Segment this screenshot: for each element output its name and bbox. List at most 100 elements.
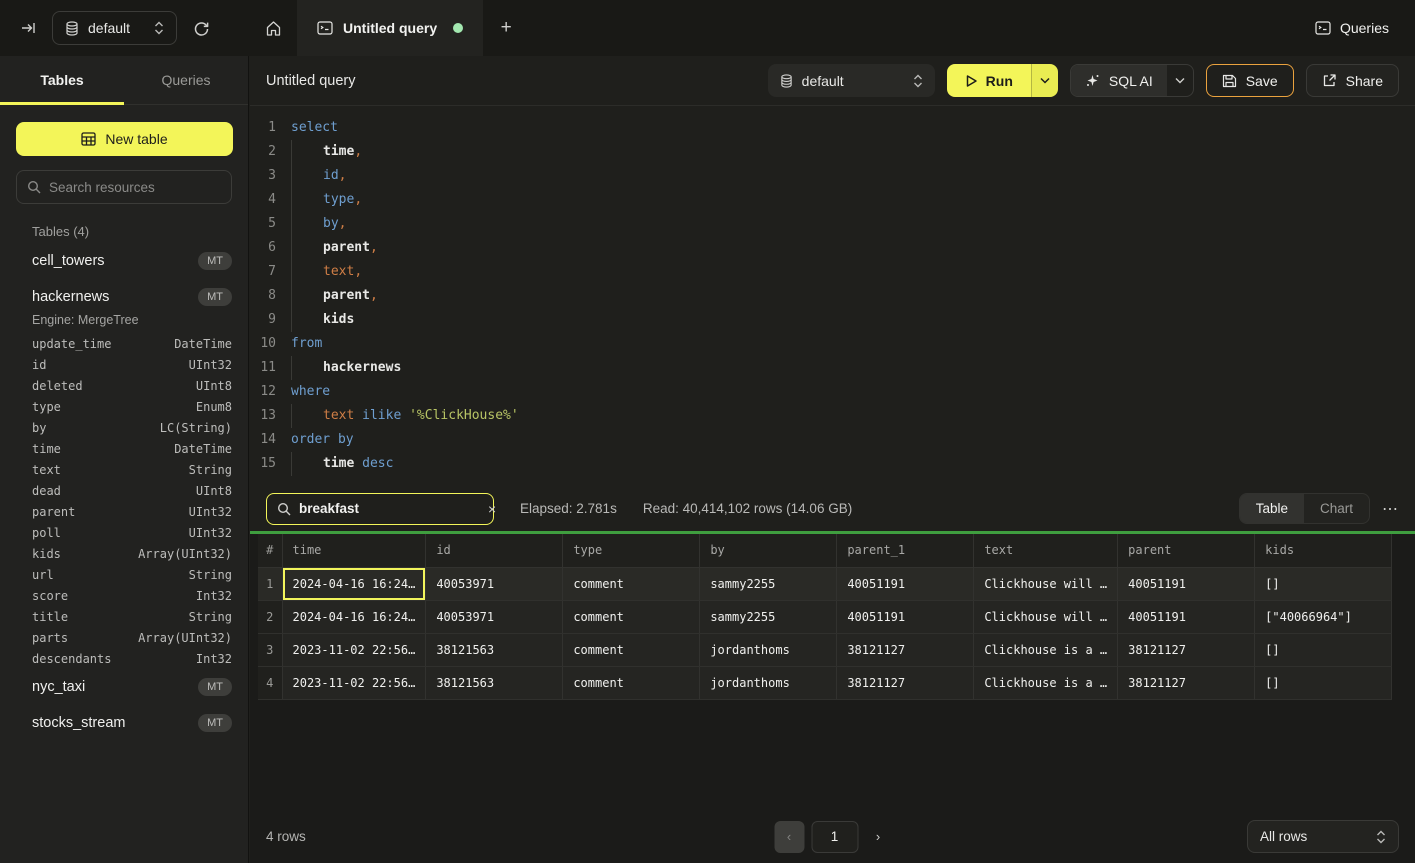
table-cell[interactable]: Clickhouse will … (974, 600, 1118, 633)
column-header-type[interactable]: type (563, 534, 700, 567)
table-cell[interactable]: Clickhouse is a … (974, 666, 1118, 699)
table-cell[interactable]: comment (563, 567, 700, 600)
table-cell[interactable]: [] (1255, 633, 1392, 666)
column-row[interactable]: idUInt32 (0, 354, 248, 375)
column-row[interactable]: typeEnum8 (0, 396, 248, 417)
code-line[interactable]: 1select (250, 116, 1415, 140)
column-row[interactable]: pollUInt32 (0, 522, 248, 543)
table-cell[interactable]: 40051191 (837, 567, 974, 600)
table-cell[interactable]: ["40066964"] (1255, 600, 1392, 633)
table-cell[interactable]: 2024-04-16 16:24… (282, 567, 426, 600)
results-search-input[interactable] (299, 501, 480, 516)
column-row[interactable]: textString (0, 459, 248, 480)
column-row[interactable]: parentUInt32 (0, 501, 248, 522)
code-line[interactable]: 15time desc (250, 452, 1415, 476)
column-row[interactable]: descendantsInt32 (0, 648, 248, 669)
resource-search-input[interactable] (49, 180, 226, 195)
column-row[interactable]: deadUInt8 (0, 480, 248, 501)
sidebar-table-stocks_stream[interactable]: stocks_streamMT (0, 705, 248, 741)
table-cell[interactable]: 2023-11-02 22:56… (282, 666, 426, 699)
table-cell[interactable]: 38121563 (426, 633, 563, 666)
page-size-selector[interactable]: All rows (1247, 820, 1399, 853)
sidebar-tab-queries[interactable]: Queries (124, 56, 248, 104)
table-cell[interactable]: 2024-04-16 16:24… (282, 600, 426, 633)
code-line[interactable]: 13text ilike '%ClickHouse%' (250, 404, 1415, 428)
table-cell[interactable]: 40053971 (426, 567, 563, 600)
code-line[interactable]: 12where (250, 380, 1415, 404)
sidebar-table-hackernews[interactable]: hackernewsMT (0, 279, 248, 315)
table-cell[interactable]: Clickhouse will … (974, 567, 1118, 600)
column-row[interactable]: kidsArray(UInt32) (0, 543, 248, 564)
table-cell[interactable]: sammy2255 (700, 600, 837, 633)
table-cell[interactable]: 38121127 (1118, 666, 1255, 699)
code-line[interactable]: 9kids (250, 308, 1415, 332)
code-line[interactable]: 3id, (250, 164, 1415, 188)
table-cell[interactable]: [] (1255, 567, 1392, 600)
column-row[interactable]: partsArray(UInt32) (0, 627, 248, 648)
column-header-parent_1[interactable]: parent_1 (837, 534, 974, 567)
column-header-id[interactable]: id (426, 534, 563, 567)
clear-search-icon[interactable]: × (488, 501, 496, 517)
table-cell[interactable]: comment (563, 633, 700, 666)
sql-ai-options-button[interactable] (1167, 65, 1193, 96)
table-cell[interactable]: jordanthoms (700, 633, 837, 666)
column-row[interactable]: urlString (0, 564, 248, 585)
save-button[interactable]: Save (1206, 64, 1294, 97)
code-line[interactable]: 14order by (250, 428, 1415, 452)
table-cell[interactable]: 38121127 (1118, 633, 1255, 666)
column-header-by[interactable]: by (700, 534, 837, 567)
results-more-button[interactable]: ⋯ (1382, 499, 1399, 519)
column-header-kids[interactable]: kids (1255, 534, 1392, 567)
view-toggle-chart[interactable]: Chart (1304, 494, 1369, 523)
refresh-button[interactable] (187, 14, 215, 42)
table-cell[interactable]: 2023-11-02 22:56… (282, 633, 426, 666)
column-header-time[interactable]: time (282, 534, 426, 567)
table-cell[interactable]: comment (563, 666, 700, 699)
column-header-text[interactable]: text (974, 534, 1118, 567)
table-cell[interactable]: 40051191 (1118, 600, 1255, 633)
column-row[interactable]: byLC(String) (0, 417, 248, 438)
code-line[interactable]: 8parent, (250, 284, 1415, 308)
prev-page-button[interactable]: ‹ (774, 821, 804, 853)
table-cell[interactable]: 38121127 (837, 666, 974, 699)
sidebar-tab-tables[interactable]: Tables (0, 56, 124, 104)
run-options-button[interactable] (1031, 64, 1058, 97)
page-number[interactable]: 1 (811, 821, 858, 853)
code-line[interactable]: 6parent, (250, 236, 1415, 260)
sql-ai-button[interactable]: SQL AI (1071, 65, 1167, 96)
run-button[interactable]: Run (947, 64, 1031, 97)
table-cell[interactable]: 38121563 (426, 666, 563, 699)
table-cell[interactable]: Clickhouse is a … (974, 633, 1118, 666)
home-button[interactable] (249, 0, 297, 56)
column-header-num[interactable]: # (258, 534, 282, 567)
sql-editor[interactable]: 1select2time,3id,4type,5by,6parent,7text… (250, 106, 1415, 486)
table-cell[interactable]: 40051191 (1118, 567, 1255, 600)
column-row[interactable]: update_timeDateTime (0, 333, 248, 354)
column-row[interactable]: deletedUInt8 (0, 375, 248, 396)
new-tab-button[interactable]: + (483, 0, 529, 56)
code-line[interactable]: 2time, (250, 140, 1415, 164)
code-line[interactable]: 7text, (250, 260, 1415, 284)
column-row[interactable]: timeDateTime (0, 438, 248, 459)
table-cell[interactable]: [] (1255, 666, 1392, 699)
next-page-button[interactable]: › (865, 821, 891, 853)
new-table-button[interactable]: New table (16, 122, 233, 156)
database-selector[interactable]: default (52, 11, 177, 45)
table-cell[interactable]: sammy2255 (700, 567, 837, 600)
table-cell[interactable]: jordanthoms (700, 666, 837, 699)
column-row[interactable]: scoreInt32 (0, 585, 248, 606)
sidebar-table-cell_towers[interactable]: cell_towersMT (0, 243, 248, 279)
query-database-selector[interactable]: default (768, 64, 935, 97)
view-toggle-table[interactable]: Table (1240, 494, 1304, 523)
code-line[interactable]: 4type, (250, 188, 1415, 212)
share-button[interactable]: Share (1306, 64, 1399, 97)
column-header-parent[interactable]: parent (1118, 534, 1255, 567)
column-row[interactable]: titleString (0, 606, 248, 627)
sidebar-table-nyc_taxi[interactable]: nyc_taxiMT (0, 669, 248, 705)
code-line[interactable]: 10from (250, 332, 1415, 356)
tab-untitled-query[interactable]: Untitled query (297, 0, 483, 56)
queries-link[interactable]: Queries (1289, 0, 1415, 56)
code-line[interactable]: 11hackernews (250, 356, 1415, 380)
table-cell[interactable]: 38121127 (837, 633, 974, 666)
table-cell[interactable]: comment (563, 600, 700, 633)
